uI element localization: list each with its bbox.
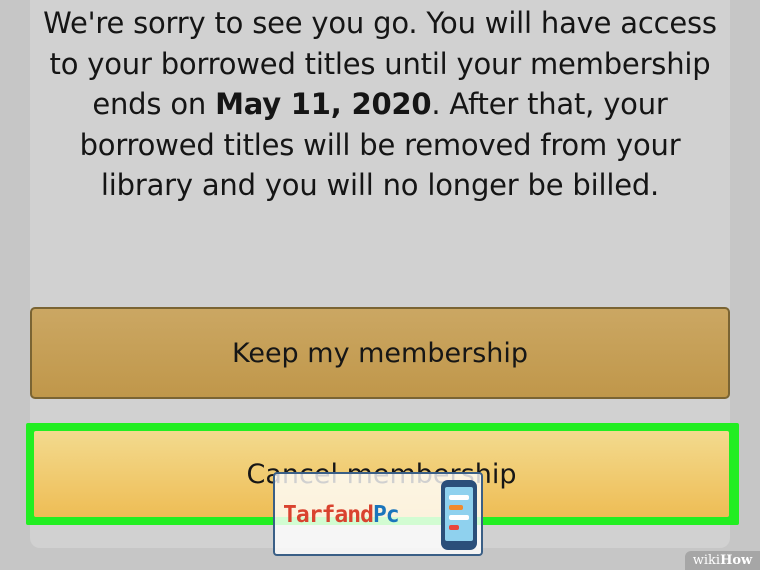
phone-icon	[441, 480, 477, 550]
message-line: borrowed titles will be removed from you…	[79, 127, 681, 162]
phone-bar	[449, 495, 469, 500]
membership-end-date: May 11, 2020	[215, 87, 432, 121]
phone-bar	[449, 515, 469, 520]
phone-bar	[449, 505, 463, 510]
watermark-text-part2: Pc	[372, 502, 400, 528]
cancellation-message: We're sorry to see you go. You will have…	[30, 3, 730, 206]
phone-screen	[445, 487, 473, 541]
wikihow-logo: wiki How	[685, 551, 760, 570]
message-text: . After that, your	[431, 87, 668, 121]
phone-bar	[449, 525, 459, 530]
message-line: We're sorry to see you go. You will have…	[43, 6, 717, 40]
message-line: ends on May 11, 2020. After that, your	[30, 84, 730, 125]
message-line: library and you will no longer be billed…	[100, 168, 660, 202]
message-text: ends on	[92, 87, 216, 121]
tarfandpc-watermark: TarfandPc	[273, 472, 483, 556]
keep-membership-label: Keep my membership	[231, 337, 529, 369]
message-line: to your borrowed titles until your membe…	[49, 46, 711, 81]
watermark-text-part1: Tarfand	[283, 502, 374, 528]
wikihow-logo-part2: How	[720, 553, 753, 568]
watermark-text: TarfandPc	[283, 502, 400, 528]
keep-membership-button[interactable]: Keep my membership	[30, 307, 730, 399]
wikihow-logo-part1: wiki	[692, 553, 721, 568]
